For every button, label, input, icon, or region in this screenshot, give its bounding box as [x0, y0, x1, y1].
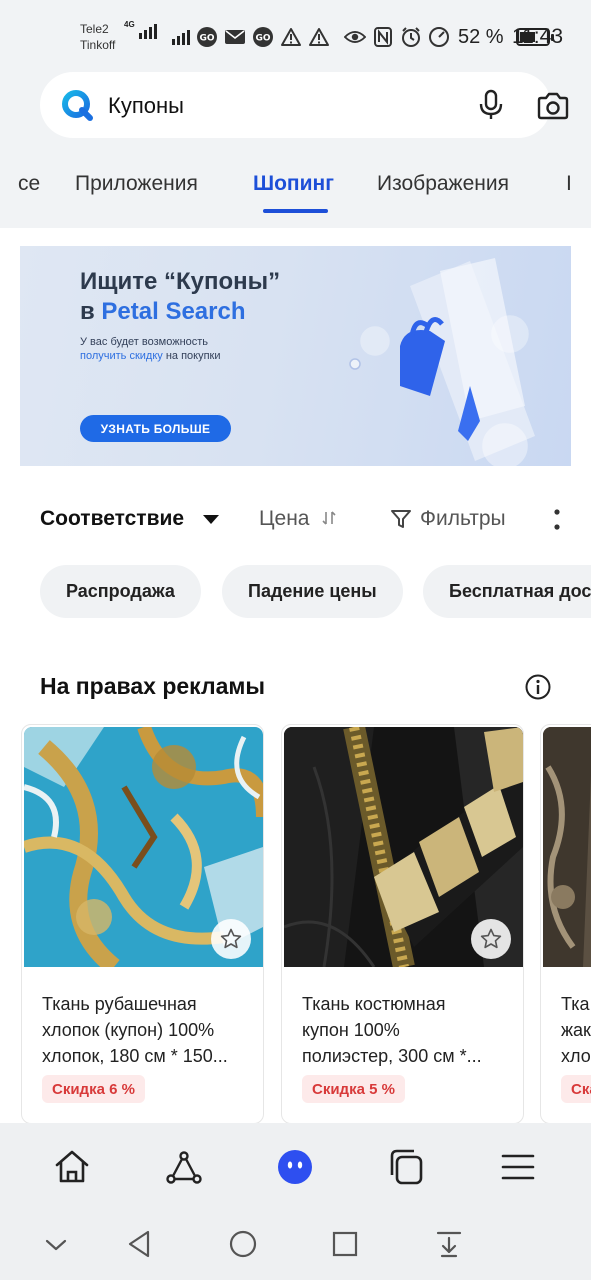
banner-title-prefix: в: [80, 298, 102, 325]
petal-search-logo-icon: [62, 90, 93, 121]
filter-icon[interactable]: [390, 508, 412, 530]
discount-badge-3: Ска: [561, 1075, 591, 1103]
sort-arrows-icon[interactable]: [322, 510, 336, 526]
banner-subtitle-line1: У вас будет возможность: [80, 336, 209, 348]
tab-partial-right[interactable]: I: [566, 172, 572, 196]
camera-icon[interactable]: [536, 92, 570, 120]
product-card-2[interactable]: Ткань костюмная купон 100% полиэстер, 30…: [281, 724, 524, 1124]
signal-bars-icon: [138, 24, 157, 39]
bottom-navigation: [0, 1123, 591, 1210]
route-icon[interactable]: [164, 1147, 204, 1187]
recents-icon[interactable]: [329, 1228, 361, 1260]
star-icon: [220, 928, 242, 949]
svg-text:GO: GO: [255, 34, 270, 44]
chip-sale[interactable]: Распродажа: [40, 565, 201, 618]
chip-free-delivery[interactable]: Бесплатная доставка: [423, 565, 591, 618]
promo-banner[interactable]: Ищите “Купоны” в Petal Search У вас буде…: [20, 246, 571, 466]
go-app-icon-2: GO: [252, 26, 274, 48]
tabs-icon[interactable]: [387, 1147, 427, 1187]
tab-images[interactable]: Изображения: [377, 172, 509, 196]
alarm-icon: [400, 26, 422, 48]
product-title-2-line1: Ткань костюмная: [302, 994, 446, 1014]
status-bar: Tele2 Tinkoff 4G GO GO 52 % 11:43: [0, 0, 591, 70]
system-navigation: [0, 1210, 591, 1280]
go-app-icon: GO: [196, 26, 218, 48]
chip-price-drop[interactable]: Падение цены: [222, 565, 403, 618]
product-title-2-line2: купон 100%: [302, 1020, 400, 1040]
product-card-1[interactable]: Ткань рубашечная хлопок (купон) 100% хло…: [21, 724, 264, 1124]
banner-title-line2: в Petal Search: [80, 298, 246, 326]
carrier-1: Tele2: [80, 22, 109, 36]
banner-subtitle-suffix: на покупки: [162, 350, 221, 362]
discount-badge-1: Скидка 6 %: [42, 1075, 145, 1103]
favorite-button-2[interactable]: [471, 919, 511, 959]
product-title-3: Тка жак хло: [561, 991, 591, 1069]
carrier-names: Tele2 Tinkoff: [80, 21, 115, 53]
favorite-button-1[interactable]: [211, 919, 251, 959]
active-tab-indicator: [263, 209, 328, 213]
product-title-3-line3: хло: [561, 1046, 591, 1066]
search-input[interactable]: Купоны: [108, 93, 184, 119]
sort-relevance-button[interactable]: Соответствие: [40, 507, 184, 531]
tab-partial-left[interactable]: се: [18, 172, 40, 196]
banner-discount-link: получить скидку: [80, 350, 163, 362]
warning-icon-2: [308, 26, 330, 48]
assistant-icon[interactable]: [275, 1147, 315, 1187]
mail-icon: [224, 26, 246, 48]
nfc-icon: [372, 26, 394, 48]
menu-icon[interactable]: [498, 1147, 538, 1187]
signal-sim1: 4G: [124, 20, 157, 39]
battery-percent: 52 %: [458, 25, 504, 48]
product-card-3[interactable]: Тка жак хло Ска: [540, 724, 591, 1124]
screen: Tele2 Tinkoff 4G GO GO 52 % 11:43 Купоны…: [0, 0, 591, 1280]
filters-button[interactable]: Фильтры: [420, 507, 506, 531]
caret-down-icon[interactable]: [203, 515, 219, 524]
sort-price-button[interactable]: Цена: [259, 507, 310, 531]
more-vertical-icon[interactable]: [552, 507, 562, 533]
category-tabs: се Приложения Шопинг Изображения I: [0, 160, 591, 220]
warning-icon: [280, 26, 302, 48]
product-title-1-line1: Ткань рубашечная: [42, 994, 197, 1014]
speed-icon: [428, 26, 450, 48]
sponsored-section-title: На правах рекламы: [40, 673, 266, 699]
microphone-icon[interactable]: [476, 89, 506, 121]
product-title-2-line3: полиэстер, 300 см *...: [302, 1046, 482, 1066]
search-bar[interactable]: Купоны: [40, 72, 569, 138]
product-title-3-line1: Тка: [561, 994, 590, 1014]
product-title-1-line3: хлопок, 180 см * 150...: [42, 1046, 228, 1066]
signal-sim2-icon: [172, 29, 190, 45]
network-tag: 4G: [124, 20, 135, 29]
notification-pull-icon[interactable]: [433, 1228, 465, 1260]
tab-apps[interactable]: Приложения: [75, 172, 198, 196]
banner-title-line1: Ищите “Купоны”: [80, 268, 281, 295]
product-title-3-line2: жак: [561, 1020, 591, 1040]
carrier-2: Tinkoff: [80, 38, 116, 52]
product-title-1: Ткань рубашечная хлопок (купон) 100% хло…: [42, 991, 252, 1069]
chevron-down-icon[interactable]: [40, 1228, 72, 1260]
shopping-bag-illustration: [349, 258, 535, 466]
product-title-1-line2: хлопок (купон) 100%: [42, 1020, 215, 1040]
clock: 11:43: [512, 25, 563, 48]
banner-brand: Petal Search: [101, 298, 246, 325]
learn-more-button[interactable]: УЗНАТЬ БОЛЬШЕ: [80, 415, 231, 442]
home-icon[interactable]: [52, 1147, 92, 1187]
banner-subtitle-line2: получить скидку на покупки: [80, 350, 221, 362]
status-icons: GO GO 52 %: [172, 24, 554, 50]
back-icon[interactable]: [124, 1228, 156, 1260]
sort-filter-row: Соответствие Цена Фильтры: [0, 498, 591, 542]
home-circle-icon[interactable]: [227, 1228, 259, 1260]
tab-shopping[interactable]: Шопинг: [253, 172, 334, 196]
product-image-3[interactable]: [543, 727, 591, 967]
product-title-2: Ткань костюмная купон 100% полиэстер, 30…: [302, 991, 512, 1069]
info-icon[interactable]: [524, 673, 552, 701]
discount-badge-2: Скидка 5 %: [302, 1075, 405, 1103]
svg-text:GO: GO: [199, 34, 214, 44]
eye-icon: [344, 26, 366, 48]
star-icon: [480, 928, 502, 949]
